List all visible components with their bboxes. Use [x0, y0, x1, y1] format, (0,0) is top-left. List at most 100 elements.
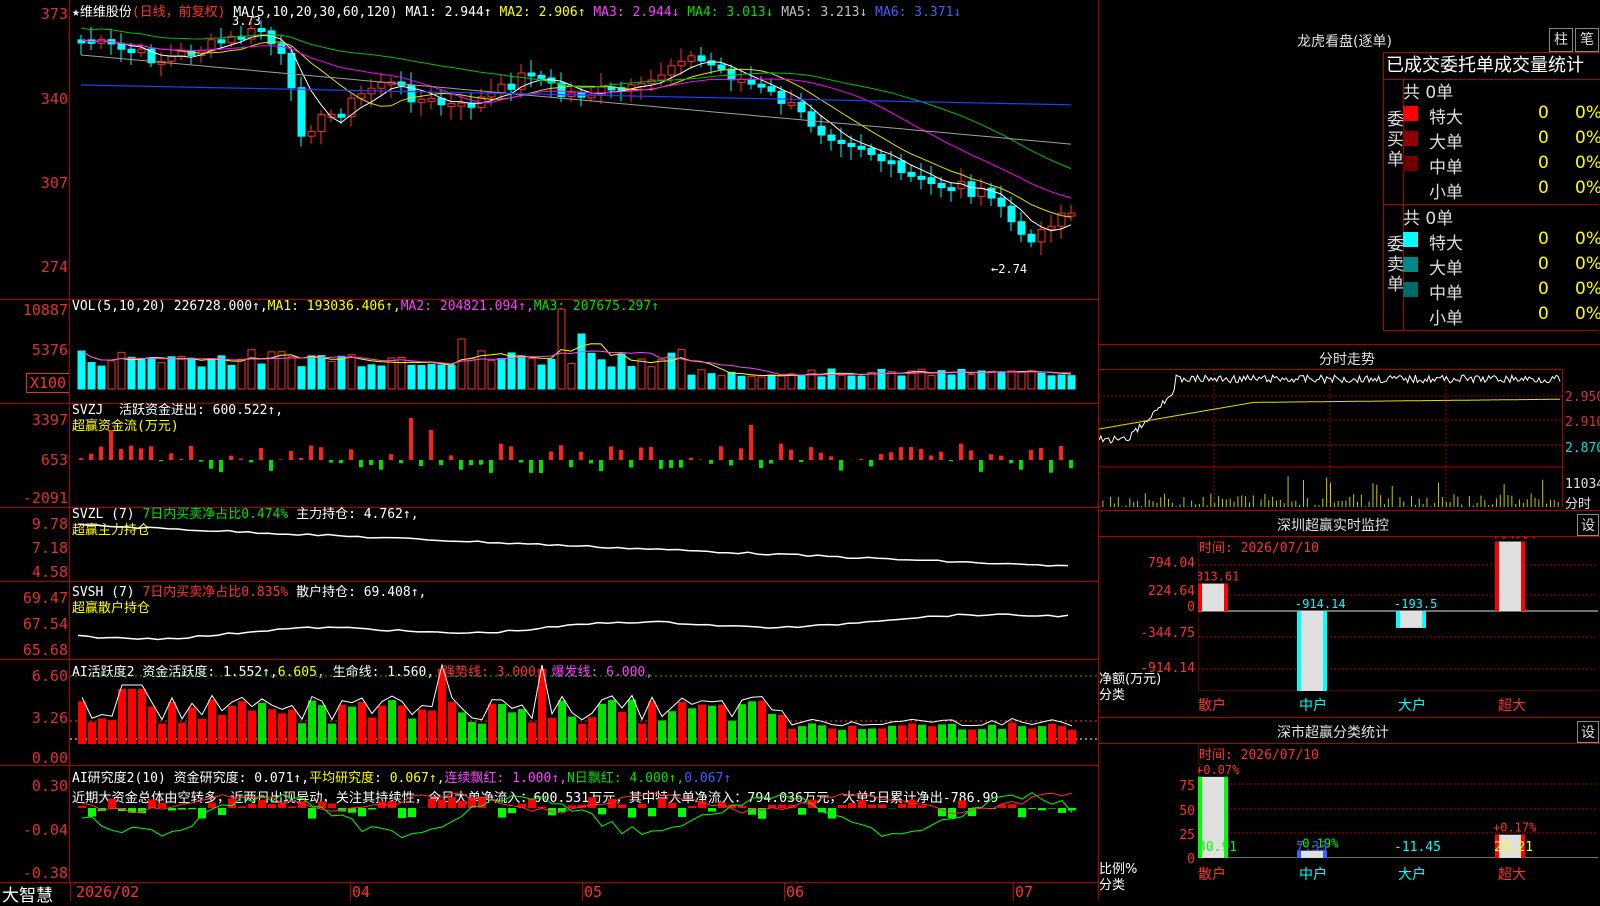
- research-bar: [528, 798, 536, 808]
- activity-bar: [508, 712, 516, 744]
- sell-row-s[interactable]: 小单00%: [1403, 304, 1600, 326]
- activity-bar: [248, 711, 256, 744]
- volume-bar: [228, 365, 235, 389]
- research-bar: [188, 808, 196, 809]
- bar-mode-button[interactable]: 柱: [1549, 28, 1573, 52]
- research-bar: [1038, 808, 1046, 810]
- vol-chart-svg[interactable]: [70, 299, 1098, 403]
- candle: [658, 75, 665, 80]
- sell-row-xl[interactable]: 特大00%: [1403, 229, 1600, 251]
- ai3-chart-svg[interactable]: [70, 765, 1098, 882]
- activity-bar: [638, 724, 646, 744]
- svsh-chart-svg[interactable]: [70, 581, 1098, 659]
- volume-bar: [698, 370, 705, 389]
- flow-bar: [1009, 460, 1013, 463]
- flow-bar: [819, 453, 823, 460]
- candle: [908, 173, 915, 177]
- research-bar: [158, 803, 166, 808]
- sell-row-l[interactable]: 大单00%: [1403, 254, 1600, 276]
- research-bar: [868, 805, 876, 808]
- research-bar: [208, 803, 216, 808]
- ai-activity-pane[interactable]: 6.60 3.26 0.00 AI活跃度2 资金活跃度: 1.552↑,6.60…: [0, 659, 1098, 766]
- intraday-svg[interactable]: [1099, 369, 1562, 507]
- intraday-title: 分时走势: [1319, 349, 1375, 369]
- price-pane[interactable]: 373 340 307 274 ★维维股份(日线，前复权) MA(5,10,20…: [0, 0, 1098, 300]
- svzj-chart-svg[interactable]: [70, 403, 1098, 507]
- activity-bar: [118, 689, 126, 744]
- volume-bar: [1008, 371, 1015, 389]
- sz-monitor-settings-button[interactable]: 设: [1577, 514, 1599, 536]
- sz-monitor-svg[interactable]: 313.61-914.14-193.5794.04: [1198, 537, 1598, 691]
- flow-bar: [689, 458, 693, 460]
- flow-bar: [379, 460, 383, 470]
- volume-bar: [668, 353, 675, 389]
- volume-bar: [688, 375, 695, 389]
- ai-research-pane[interactable]: 0.30 -0.04 -0.38 AI研究度2(10) 资金研究度: 0.071…: [0, 765, 1098, 882]
- volume-bar: [768, 375, 775, 389]
- flow-bar: [319, 447, 323, 460]
- buy-row-m[interactable]: 中单00%: [1403, 153, 1600, 175]
- activity-bar: [278, 713, 286, 744]
- research-bar: [148, 800, 156, 808]
- ai2-chart-svg[interactable]: [70, 659, 1098, 765]
- volume-bar: [778, 375, 785, 389]
- candle: [178, 51, 185, 56]
- activity-bar: [228, 706, 236, 744]
- research-bar: [938, 808, 946, 816]
- ma2-line: [81, 40, 1071, 217]
- sz-class-settings-button[interactable]: 设: [1577, 721, 1599, 743]
- vol-pane[interactable]: 10887 5376 X100 VOL(5,10,20) 226728.000↑…: [0, 299, 1098, 404]
- sz-class-value: 23.21: [1494, 840, 1533, 855]
- flow-bar: [1029, 450, 1033, 460]
- research-bar: [678, 808, 686, 817]
- activity-bar: [808, 723, 816, 744]
- activity-bar: [788, 729, 796, 744]
- tick-mode-button[interactable]: 笔: [1575, 28, 1599, 52]
- candle: [318, 115, 325, 132]
- volume-bar: [788, 374, 795, 389]
- intraday-panel[interactable]: 分时走势 2.950 2.910 2.870 11034 分时: [1099, 344, 1600, 511]
- research-bar: [568, 805, 576, 808]
- flow-bar: [969, 450, 973, 460]
- flow-bar: [899, 447, 903, 460]
- ai2-bars-group: [78, 669, 1076, 744]
- research-bar: [618, 804, 626, 808]
- vol-tick: 5376: [0, 341, 68, 359]
- svzl-chart-svg[interactable]: [70, 507, 1098, 581]
- flow-bar: [299, 458, 303, 460]
- flow-bar: [749, 425, 753, 460]
- ai3-tick: 0.30: [0, 777, 68, 795]
- activity-bar: [768, 714, 776, 744]
- candle: [1018, 222, 1025, 235]
- sz-monitor-panel[interactable]: 深圳超赢实时监控 设 时间: 2026/07/10 794.04 224.64 …: [1099, 510, 1600, 718]
- longhu-subtitle: 已成交委托单成交量统计: [1383, 52, 1600, 80]
- activity-bar: [98, 718, 106, 744]
- flow-bar: [439, 460, 443, 465]
- candle: [998, 198, 1005, 206]
- volume-bar: [648, 367, 655, 389]
- sell-row-m[interactable]: 中单00%: [1403, 279, 1600, 301]
- svzj-pane[interactable]: 3397 653 -2091 SVZJ 活跃资金进出: 600.522↑, 超赢…: [0, 403, 1098, 508]
- volume-bar: [428, 364, 435, 389]
- flow-bar: [539, 460, 543, 473]
- svzl-pane[interactable]: 9.78 7.18 4.58 SVZL (7) 7日内买卖净占比0.474% 主…: [0, 507, 1098, 582]
- flow-bar: [389, 454, 393, 460]
- intraday-volume: [1099, 476, 1558, 507]
- svsh-pane[interactable]: 69.47 67.54 65.68 SVSH (7) 7日内买卖净占比0.835…: [0, 581, 1098, 660]
- research-bar: [108, 799, 116, 808]
- ai2-tick: 6.60: [0, 667, 68, 685]
- sz-class-panel[interactable]: 深市超赢分类统计 设 时间: 2026/07/10 75 50 25 0 比例%…: [1099, 717, 1600, 901]
- flow-bar: [629, 460, 633, 467]
- research-bar: [288, 807, 296, 808]
- svzl-tick: 9.78: [0, 515, 68, 533]
- buy-row-l[interactable]: 大单00%: [1403, 128, 1600, 150]
- brand-label[interactable]: 大智慧: [2, 881, 53, 906]
- price-chart-svg[interactable]: [70, 0, 1098, 299]
- flow-bar: [479, 460, 483, 465]
- buy-row-xl[interactable]: 特大00%: [1403, 103, 1600, 125]
- vol-unit-badge[interactable]: X100: [26, 373, 70, 393]
- research-bar: [328, 804, 336, 808]
- flow-bar: [669, 460, 673, 468]
- flow-bar: [469, 460, 473, 465]
- buy-row-s[interactable]: 小单00%: [1403, 178, 1600, 200]
